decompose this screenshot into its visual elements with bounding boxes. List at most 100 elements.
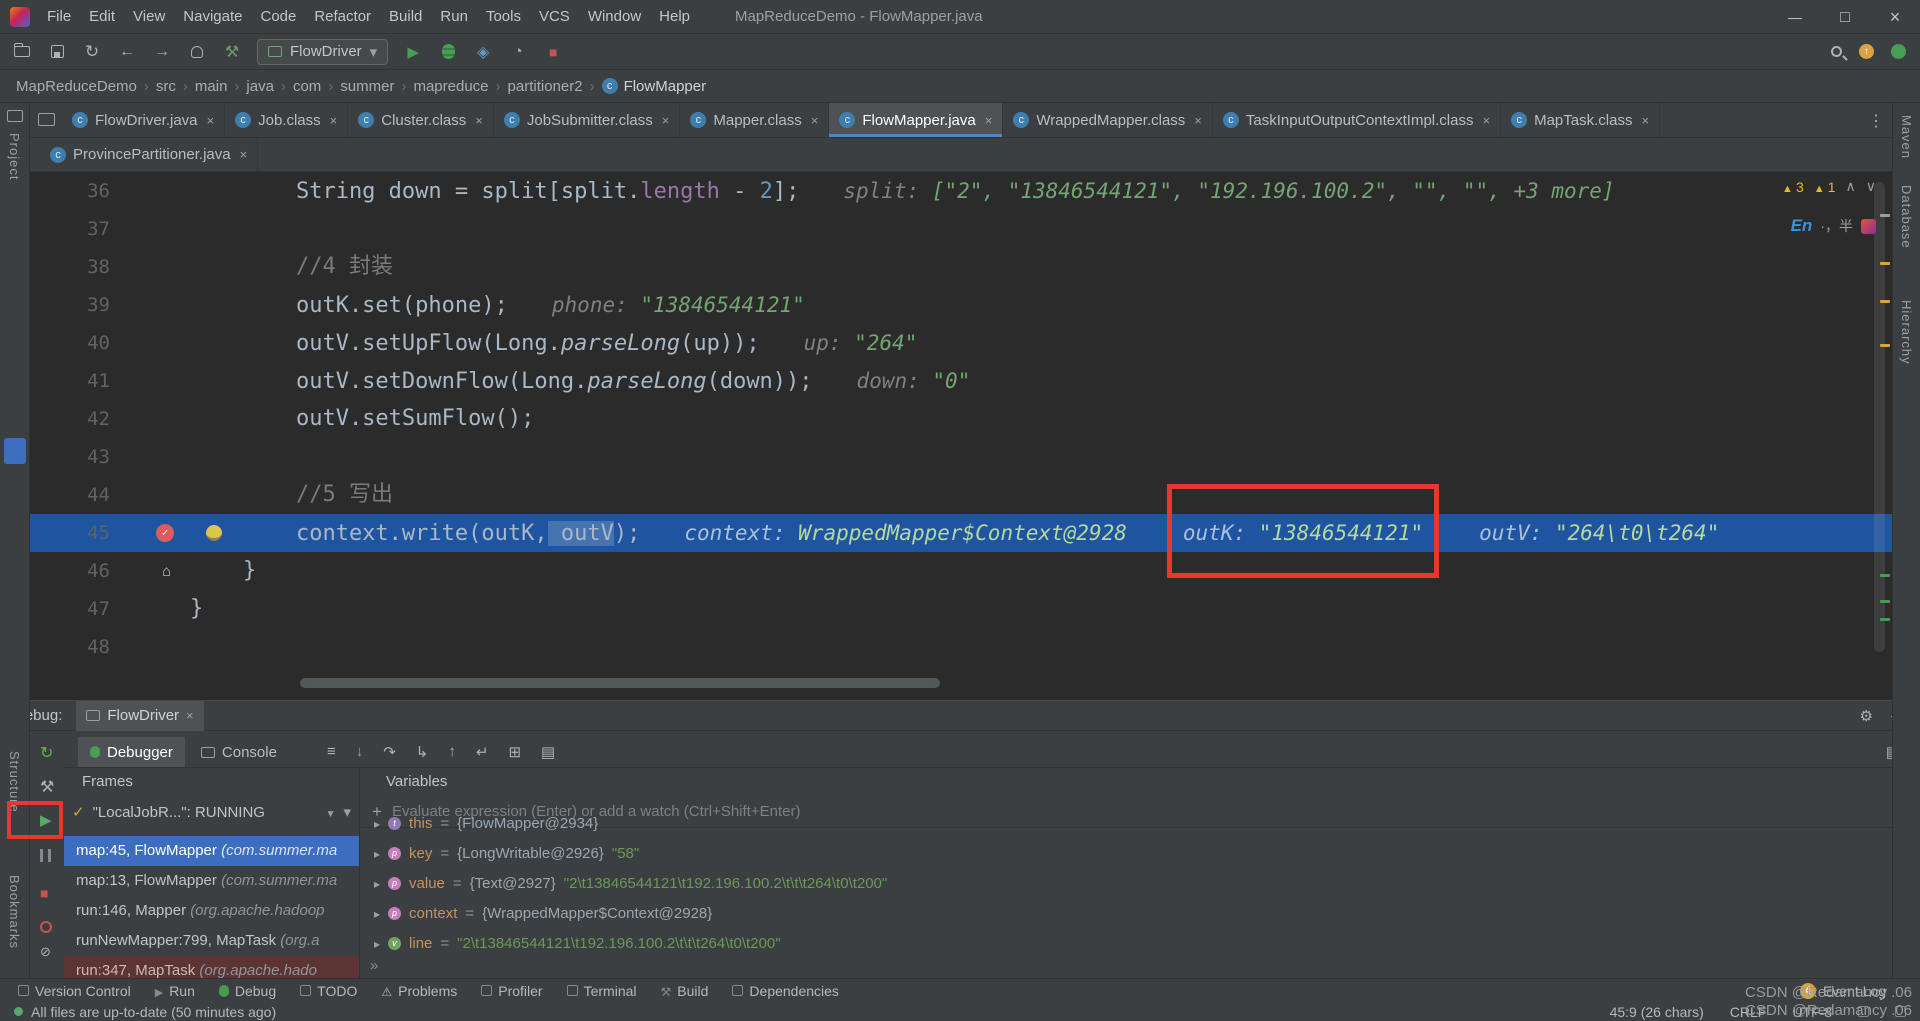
code-editor[interactable]: 36 String down = split[split.length - 2]… xyxy=(30,172,1892,700)
sidebar-item-hierarchy[interactable]: Hierarchy xyxy=(1899,300,1914,365)
sync-icon[interactable] xyxy=(82,42,102,62)
variable-row-value[interactable]: value = {Text@2927} "2\t13846544121\t192… xyxy=(360,868,1920,898)
event-log-button[interactable]: 4 Event Log xyxy=(1799,982,1886,999)
run-button[interactable] xyxy=(403,42,423,62)
tab-maptask-class[interactable]: MapTask.class xyxy=(1501,103,1661,137)
editor-line-48[interactable]: 48 xyxy=(30,628,1892,666)
crumb-mapreduce[interactable]: mapreduce xyxy=(413,78,488,95)
tab-debugger[interactable]: Debugger xyxy=(78,737,185,767)
editor-line-47[interactable]: 47 } xyxy=(30,590,1892,628)
menu-edit[interactable]: Edit xyxy=(80,8,124,25)
toolwindow-run[interactable]: Run xyxy=(155,983,195,999)
chevron-right-icon[interactable] xyxy=(374,845,380,862)
close-tab-icon[interactable] xyxy=(985,113,993,128)
tab-wrappedmapper-class[interactable]: WrappedMapper.class xyxy=(1003,103,1213,137)
editor-line-38[interactable]: 38 //4 封装 xyxy=(30,248,1892,286)
vcs-status[interactable]: All files are up-to-date (50 minutes ago… xyxy=(14,1004,276,1020)
step-over-icon[interactable] xyxy=(383,743,396,761)
menu-file[interactable]: File xyxy=(38,8,80,25)
profiler-icon[interactable] xyxy=(508,42,528,62)
restore-layout-icon[interactable] xyxy=(327,743,336,761)
editor-line-40[interactable]: 40 outV.setUpFlow(Long.parseLong(up)); up… xyxy=(30,324,1892,362)
input-method-widget[interactable]: En ·，半 xyxy=(1791,216,1876,236)
close-icon[interactable] xyxy=(1870,0,1920,34)
crumb-src[interactable]: src xyxy=(156,78,176,95)
show-execution-point-icon[interactable] xyxy=(356,743,364,761)
breakpoint-icon[interactable] xyxy=(156,524,174,542)
menu-code[interactable]: Code xyxy=(251,8,305,25)
expand-more-icon[interactable] xyxy=(370,957,378,974)
toolwindow-todo[interactable]: TODO xyxy=(300,983,357,999)
tab-provincepartitioner-java[interactable]: ProvincePartitioner.java xyxy=(40,138,259,171)
build-hammer-icon[interactable] xyxy=(222,42,242,62)
caret-position[interactable]: 45:9 (26 chars) xyxy=(1610,1004,1704,1020)
minimize-icon[interactable] xyxy=(1770,0,1820,34)
editor-line-45-current[interactable]: 45 context.write(outK, outV);context: Wr… xyxy=(30,484,1892,578)
frame-row-2[interactable]: run:146, Mapper (org.apache.hadoop xyxy=(64,896,359,926)
chevron-right-icon[interactable] xyxy=(374,935,380,952)
menu-run[interactable]: Run xyxy=(431,8,477,25)
run-configuration-select[interactable]: FlowDriver xyxy=(257,38,389,65)
sidebar-item-project[interactable]: Project xyxy=(7,133,22,180)
close-session-icon[interactable] xyxy=(186,708,194,723)
debug-button[interactable] xyxy=(441,44,455,59)
chevron-right-icon[interactable] xyxy=(374,875,380,892)
close-tab-icon[interactable] xyxy=(1641,113,1649,128)
open-icon[interactable] xyxy=(14,43,30,57)
tab-flowmapper-java[interactable]: FlowMapper.java xyxy=(829,103,1004,137)
variable-row-this[interactable]: this = {FlowMapper@2934} xyxy=(360,808,1920,838)
menu-build[interactable]: Build xyxy=(380,8,431,25)
chevron-down-icon[interactable] xyxy=(343,803,351,821)
close-tab-icon[interactable] xyxy=(240,147,248,162)
editor-line-39[interactable]: 39 outK.set(phone); phone: "13846544121" xyxy=(30,286,1892,324)
filter-icon[interactable] xyxy=(326,804,336,821)
maximize-icon[interactable] xyxy=(1820,0,1870,34)
crumb-summer[interactable]: summer xyxy=(340,78,394,95)
editor-line-46[interactable]: 46 } xyxy=(30,552,1892,590)
debug-session-tab[interactable]: FlowDriver xyxy=(76,701,204,731)
toolwindow-problems[interactable]: Problems xyxy=(381,983,457,999)
rerun-icon[interactable] xyxy=(40,743,53,763)
editor-line-44[interactable]: 44 //5 写出 xyxy=(30,476,1892,514)
close-tab-icon[interactable] xyxy=(475,113,483,128)
mute-breakpoints-icon[interactable] xyxy=(40,943,51,961)
evaluate-expression-icon[interactable] xyxy=(508,743,521,761)
vertical-scrollbar[interactable] xyxy=(1874,182,1885,652)
toolwindow-build[interactable]: Build xyxy=(661,983,708,999)
tab-console[interactable]: Console xyxy=(189,737,289,767)
gutter-home-icon[interactable] xyxy=(162,552,171,590)
update-icon[interactable] xyxy=(1859,44,1874,59)
step-out-icon[interactable] xyxy=(448,743,456,761)
close-tab-icon[interactable] xyxy=(207,113,215,128)
back-icon[interactable] xyxy=(117,42,137,62)
sidebar-item-bookmarks[interactable]: Bookmarks xyxy=(7,875,22,949)
line-ending[interactable]: CRLF xyxy=(1730,1004,1767,1020)
variable-row-context[interactable]: context = {WrappedMapper$Context@2928} xyxy=(360,898,1920,928)
crumb-java[interactable]: java xyxy=(246,78,274,95)
editor-line-36[interactable]: 36 String down = split[split.length - 2]… xyxy=(30,172,1892,210)
chevron-right-icon[interactable] xyxy=(374,815,380,832)
frame-row-0[interactable]: map:45, FlowMapper (com.summer.ma xyxy=(64,836,359,866)
notifications-icon[interactable] xyxy=(1895,1006,1906,1017)
crumb-partitioner2[interactable]: partitioner2 xyxy=(508,78,583,95)
toolwindow-debug[interactable]: Debug xyxy=(218,983,276,999)
close-tab-icon[interactable] xyxy=(811,113,819,128)
sidebar-item-maven[interactable]: Maven xyxy=(1899,115,1914,159)
crumb-main[interactable]: main xyxy=(195,78,228,95)
thread-selector[interactable]: "LocalJobR...": RUNNING xyxy=(64,796,359,828)
view-breakpoints-icon[interactable] xyxy=(40,921,52,933)
threads-view-icon[interactable] xyxy=(541,743,555,761)
crumb-flowmapper[interactable]: FlowMapper xyxy=(601,78,706,95)
tab-flowdriver-java[interactable]: FlowDriver.java xyxy=(62,103,226,137)
close-tab-icon[interactable] xyxy=(1482,113,1490,128)
project-tool-icon[interactable] xyxy=(7,110,23,122)
tab-list-icon[interactable] xyxy=(38,113,55,126)
toolwindow-terminal[interactable]: Terminal xyxy=(566,983,637,999)
horizontal-scrollbar[interactable] xyxy=(300,678,940,688)
pause-icon[interactable] xyxy=(40,849,51,862)
toolwindow-dependencies[interactable]: Dependencies xyxy=(732,983,839,999)
prev-issue-icon[interactable]: ∧ xyxy=(1846,178,1856,195)
menu-refactor[interactable]: Refactor xyxy=(305,8,380,25)
menu-navigate[interactable]: Navigate xyxy=(174,8,251,25)
coverage-icon[interactable] xyxy=(473,42,493,62)
